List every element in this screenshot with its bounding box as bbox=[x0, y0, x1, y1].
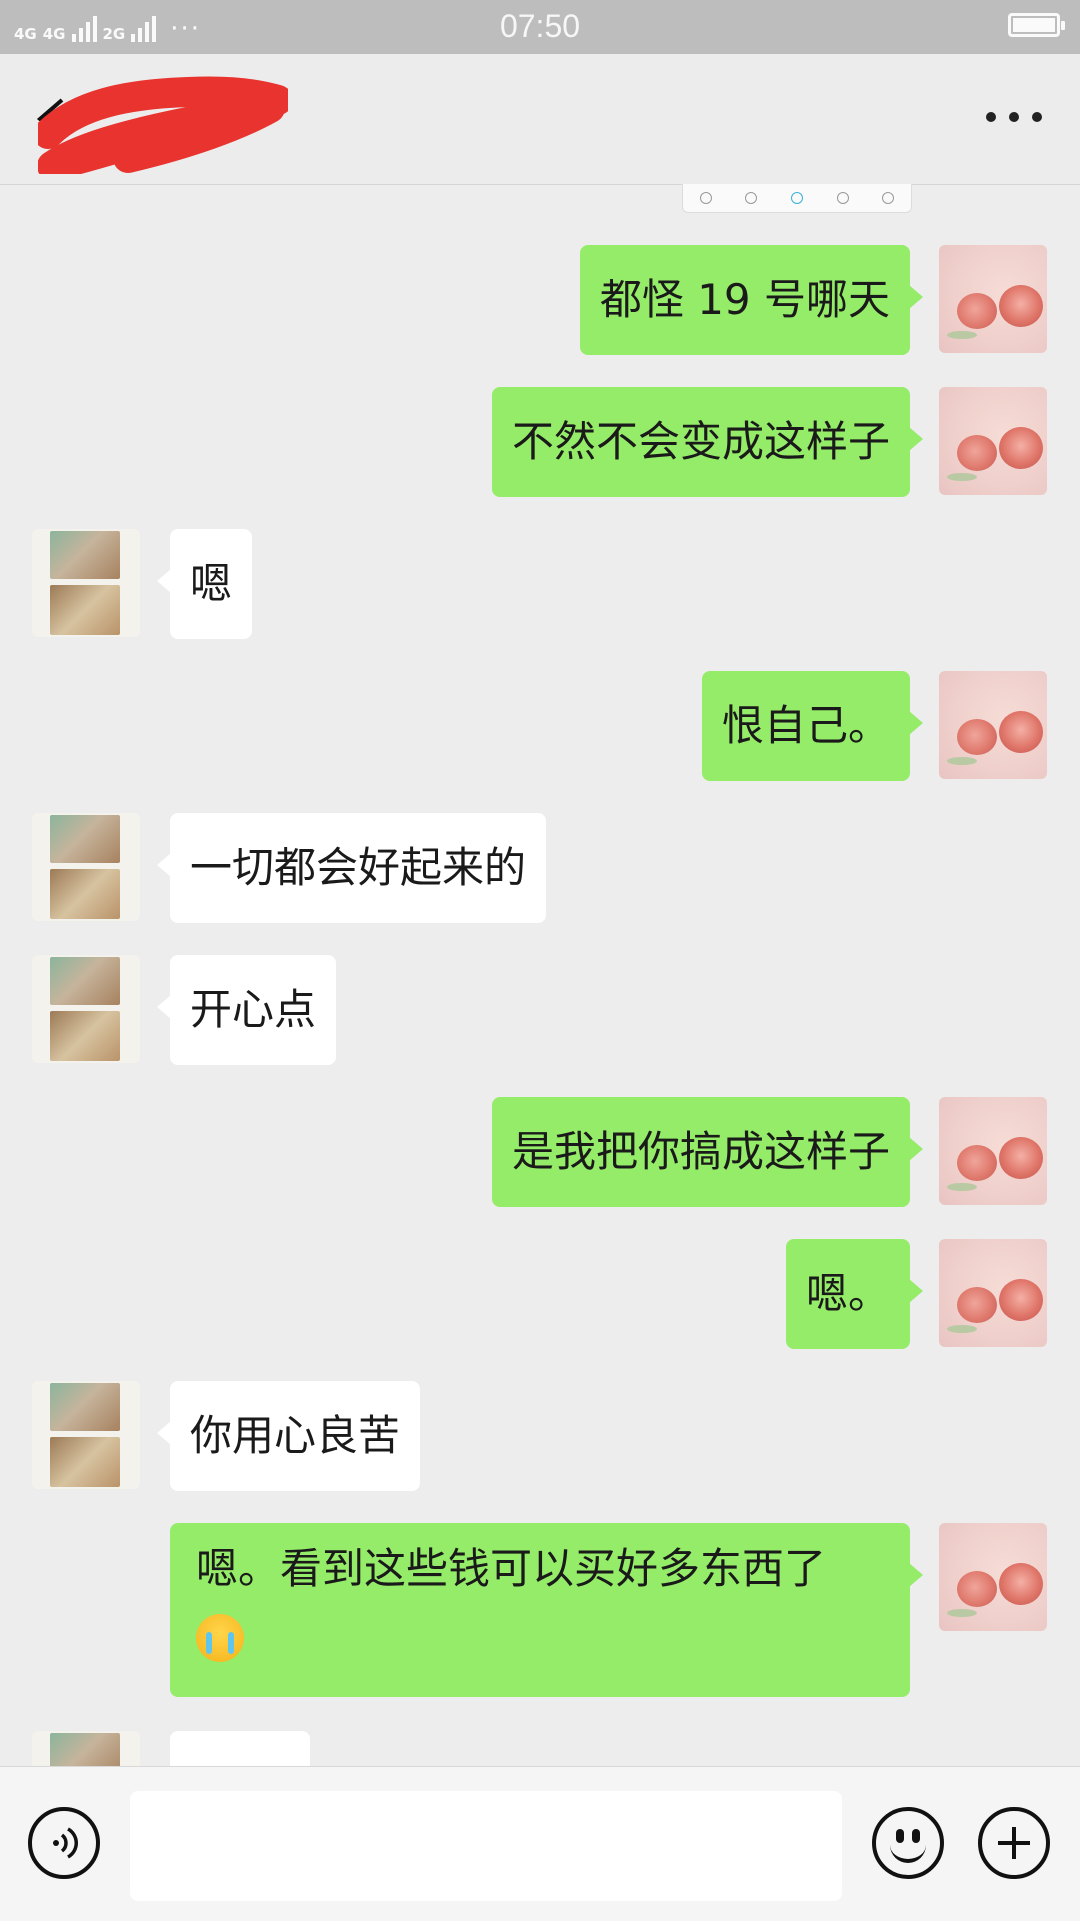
message-row-incoming: 你用心良苦 bbox=[0, 1381, 1080, 1491]
plus-icon[interactable] bbox=[978, 1807, 1050, 1879]
message-row-outgoing: 嗯。 bbox=[0, 1239, 1080, 1349]
message-bubble-incoming[interactable] bbox=[170, 1731, 310, 1766]
more-dots-icon[interactable] bbox=[986, 112, 1042, 128]
crying-face-emoji bbox=[196, 1613, 244, 1662]
message-bubble-incoming[interactable]: 开心点 bbox=[156, 955, 337, 1065]
message-row-outgoing: 都怪 19 号哪天 bbox=[0, 245, 1080, 355]
chat-header bbox=[0, 54, 1080, 185]
contact-avatar[interactable] bbox=[32, 529, 140, 637]
message-bubble-outgoing[interactable]: 都怪 19 号哪天 bbox=[579, 245, 924, 355]
status-bar: 4G 4G 2G ··· 07:50 bbox=[0, 0, 1080, 54]
voice-wave-icon bbox=[53, 1827, 78, 1859]
voice-icon[interactable] bbox=[28, 1807, 100, 1879]
message-row-outgoing: 不然不会变成这样子 bbox=[0, 387, 1080, 497]
pasted-screenshot-fragment bbox=[682, 184, 912, 213]
message-bubble-outgoing[interactable]: 恨自己。 bbox=[701, 671, 924, 781]
message-row-incoming-partial bbox=[0, 1731, 1080, 1766]
my-avatar[interactable] bbox=[939, 1239, 1047, 1347]
my-avatar[interactable] bbox=[939, 245, 1047, 353]
message-row-outgoing: 是我把你搞成这样子 bbox=[0, 1097, 1080, 1207]
message-row-incoming: 一切都会好起来的 bbox=[0, 813, 1080, 923]
input-bar bbox=[0, 1766, 1080, 1921]
message-row-incoming: 嗯 bbox=[0, 529, 1080, 639]
message-row-incoming: 开心点 bbox=[0, 955, 1080, 1065]
contact-avatar[interactable] bbox=[32, 1381, 140, 1489]
contact-avatar[interactable] bbox=[32, 813, 140, 921]
my-avatar[interactable] bbox=[939, 387, 1047, 495]
message-bubble-incoming[interactable]: 你用心良苦 bbox=[156, 1381, 421, 1491]
contact-avatar[interactable] bbox=[32, 1731, 140, 1766]
message-bubble-incoming[interactable]: 一切都会好起来的 bbox=[156, 813, 547, 923]
message-bubble-outgoing[interactable]: 不然不会变成这样子 bbox=[491, 387, 924, 497]
message-bubble-outgoing[interactable]: 嗯。看到这些钱可以买好多东西了 bbox=[170, 1523, 923, 1697]
contact-avatar[interactable] bbox=[32, 955, 140, 1063]
message-row-outgoing: 恨自己。 bbox=[0, 671, 1080, 781]
message-input[interactable] bbox=[130, 1791, 842, 1901]
message-bubble-outgoing[interactable]: 是我把你搞成这样子 bbox=[491, 1097, 924, 1207]
message-bubble-incoming[interactable]: 嗯 bbox=[156, 529, 253, 639]
my-avatar[interactable] bbox=[939, 671, 1047, 779]
smiley-icon[interactable] bbox=[872, 1807, 944, 1879]
my-avatar[interactable] bbox=[939, 1097, 1047, 1205]
message-row-outgoing: 嗯。看到这些钱可以买好多东西了 bbox=[0, 1523, 1080, 1699]
message-text: 嗯。看到这些钱可以买好多东西了 bbox=[196, 1544, 827, 1593]
my-avatar[interactable] bbox=[939, 1523, 1047, 1631]
battery-icon bbox=[1008, 13, 1065, 37]
status-time: 07:50 bbox=[499, 8, 581, 44]
redaction-scribble bbox=[38, 76, 288, 174]
message-bubble-outgoing[interactable]: 嗯。 bbox=[785, 1239, 924, 1349]
